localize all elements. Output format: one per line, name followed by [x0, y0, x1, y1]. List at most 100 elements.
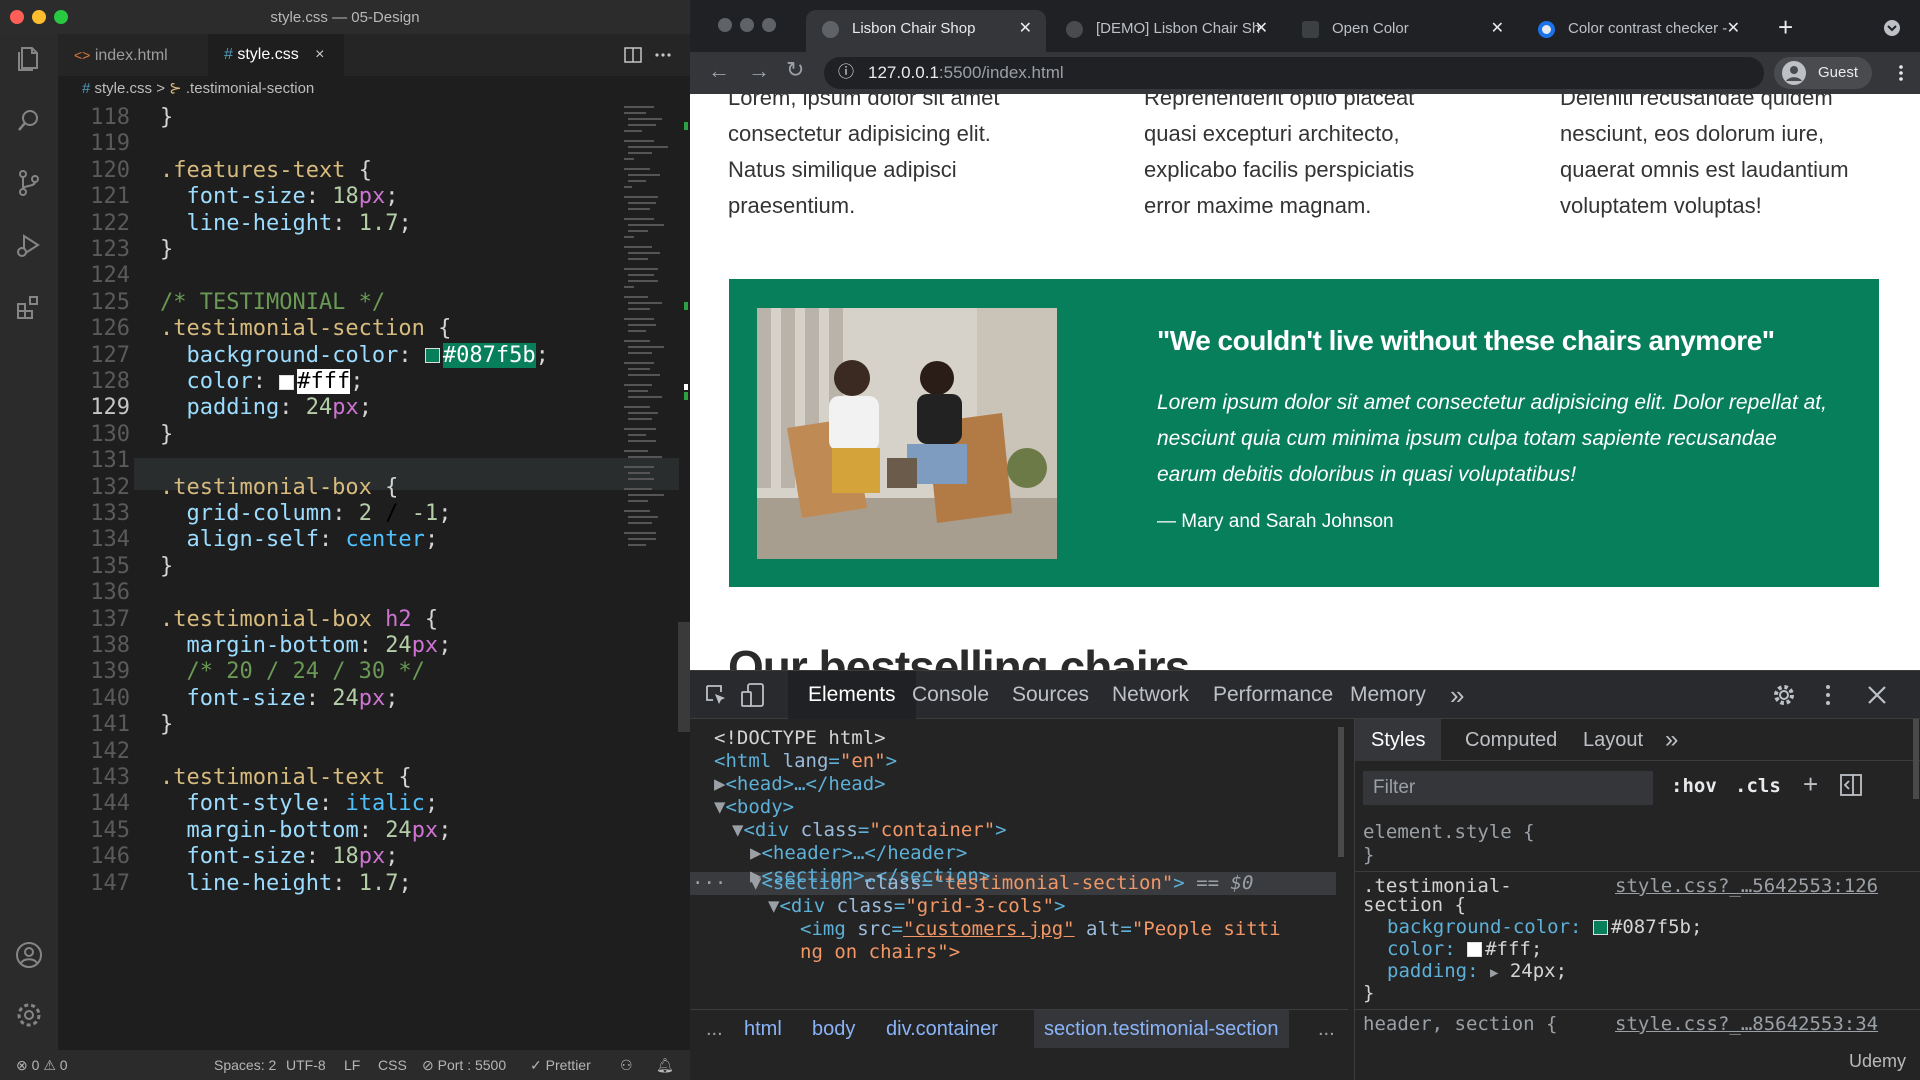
crumb-body[interactable]: body [812, 1010, 855, 1048]
expand-triangle-icon[interactable]: ▶ [714, 773, 725, 795]
dom-node-html[interactable]: <html lang="en"> [714, 750, 897, 773]
close-window-button[interactable] [718, 18, 732, 32]
toggle-sidebar-icon[interactable] [1839, 773, 1863, 797]
browser-tab-open-color[interactable]: Open Color ✕ [1286, 10, 1518, 52]
settings-gear-icon[interactable] [14, 1000, 44, 1030]
crumb-section-testimonial[interactable]: section.testimonial-section [1034, 1010, 1289, 1048]
dom-node-img[interactable]: <img src="customers.jpg" alt="People sit… [800, 918, 1281, 941]
crumb-html[interactable]: html [744, 1010, 782, 1048]
color-swatch[interactable] [279, 374, 295, 390]
back-arrow-icon[interactable]: ← [708, 58, 730, 84]
live-server-port[interactable]: ⊘ Port : 5500 [422, 1050, 506, 1080]
split-editor-icon[interactable] [624, 46, 642, 64]
dom-node-container-div[interactable]: ▼<div class="container"> [732, 819, 1007, 842]
add-style-rule-icon[interactable]: + [1803, 769, 1818, 800]
decl-color[interactable]: color: #fff; [1387, 938, 1542, 961]
expand-triangle-icon[interactable]: ▶ [750, 842, 761, 864]
indentation-status[interactable]: Spaces: 2 [214, 1050, 276, 1080]
stylesheet-link[interactable]: style.css?_…5642553:126 [1615, 875, 1878, 898]
styles-filter-input[interactable]: Filter [1363, 771, 1653, 805]
more-actions-icon[interactable] [654, 46, 672, 64]
dom-node-header[interactable]: ▶<header>…</header> [750, 842, 967, 865]
collapse-triangle-icon[interactable]: ▼ [750, 872, 761, 894]
element-style-selector[interactable]: element.style { [1363, 821, 1535, 844]
attr-value-link[interactable]: "customers.jpg" [903, 918, 1075, 940]
tab-computed[interactable]: Computed [1465, 719, 1557, 761]
reload-icon[interactable]: ↻ [786, 57, 804, 83]
decl-padding[interactable]: padding: ▶ 24px; [1387, 960, 1567, 983]
inspect-element-icon[interactable] [704, 683, 728, 707]
devtools-settings-gear-icon[interactable] [1772, 683, 1796, 707]
language-status[interactable]: CSS [378, 1050, 407, 1080]
color-swatch[interactable] [424, 348, 440, 364]
search-icon[interactable] [14, 106, 44, 136]
close-tab-icon[interactable]: ✕ [1491, 10, 1504, 48]
extensions-icon[interactable] [14, 292, 44, 322]
browser-tab-demo[interactable]: [DEMO] Lisbon Chair Sh ✕ [1050, 10, 1282, 52]
expand-triangle-icon[interactable]: ▶ [1490, 965, 1498, 981]
close-tab-icon[interactable]: ✕ [1727, 10, 1740, 48]
dom-node-doctype[interactable]: <!DOCTYPE html> [714, 727, 886, 750]
devtools-tab-performance[interactable]: Performance [1213, 671, 1333, 719]
devtools-menu-icon[interactable] [1816, 683, 1840, 707]
source-control-icon[interactable] [14, 168, 44, 198]
device-toolbar-icon[interactable] [740, 682, 766, 708]
breadcrumb-file[interactable]: style.css [95, 80, 153, 97]
code-line[interactable]: 147 line-height: 1.7; [58, 868, 628, 900]
tab-style-css[interactable]: # style.css × [208, 34, 344, 76]
forward-arrow-icon[interactable]: → [748, 58, 770, 84]
devtools-tab-network[interactable]: Network [1112, 671, 1189, 719]
hover-state-toggle[interactable]: :hov [1671, 775, 1717, 797]
devtools-tab-console[interactable]: Console [912, 671, 989, 719]
dom-node-body[interactable]: ▼<body> [714, 796, 794, 819]
collapse-triangle-icon[interactable]: ▼ [732, 819, 743, 841]
notifications-bell-icon[interactable]: 🔔︎ [656, 1050, 674, 1080]
eol-status[interactable]: LF [344, 1050, 360, 1080]
styles-scrollbar[interactable] [1913, 719, 1919, 799]
account-icon[interactable] [14, 940, 44, 970]
problems-indicator[interactable]: ⊗ 0 ⚠ 0 [16, 1050, 68, 1080]
info-icon[interactable]: ⓘ [838, 57, 854, 89]
code-editor[interactable]: 118} 119 120 .features-text {121 font-size:… [58, 102, 690, 1050]
color-swatch[interactable] [1592, 920, 1608, 935]
run-debug-icon[interactable] [14, 230, 44, 260]
collapse-triangle-icon[interactable]: ▼ [768, 895, 779, 917]
color-swatch[interactable] [1467, 942, 1483, 957]
more-tabs-chevron[interactable]: » [1665, 719, 1678, 761]
crumb-ellipsis-end[interactable]: ... [1318, 1010, 1335, 1048]
dom-node-head[interactable]: ▶<head>…</head> [714, 773, 886, 796]
devtools-close-icon[interactable] [1866, 684, 1888, 706]
new-tab-button[interactable]: + [1778, 12, 1793, 43]
crumb-div-container[interactable]: div.container [886, 1010, 998, 1048]
devtools-tab-elements[interactable]: Elements [788, 671, 916, 719]
profile-button[interactable]: Guest [1774, 57, 1872, 89]
rule-selector-header-section[interactable]: header, section { [1363, 1013, 1557, 1036]
node-actions-ellipsis[interactable]: ··· [692, 872, 726, 895]
explorer-icon[interactable] [14, 44, 44, 74]
devtools-tab-memory[interactable]: Memory [1350, 671, 1426, 719]
dom-node-grid-div[interactable]: ▼<div class="grid-3-cols"> [768, 895, 1066, 918]
class-toggle[interactable]: .cls [1735, 775, 1781, 797]
tab-search-chevron-icon[interactable] [1884, 20, 1900, 36]
collapse-triangle-icon[interactable]: ▼ [714, 796, 725, 818]
address-bar[interactable]: ⓘ 127.0.0.1:5500/index.html [824, 57, 1764, 89]
close-tab-button[interactable]: × [315, 46, 324, 63]
browser-menu-icon[interactable] [1892, 64, 1910, 82]
breadcrumb-symbol[interactable]: .testimonial-section [186, 80, 314, 97]
rule-selector-line2[interactable]: section { [1363, 894, 1466, 917]
crumb-ellipsis[interactable]: ... [706, 1010, 723, 1048]
minimize-window-button[interactable] [740, 18, 754, 32]
decl-background-color[interactable]: background-color: #087f5b; [1387, 916, 1702, 939]
minimap[interactable] [622, 102, 690, 1050]
maximize-window-button[interactable] [762, 18, 776, 32]
browser-tab-contrast-checker[interactable]: Color contrast checker - ✕ [1522, 10, 1754, 52]
stylesheet-link[interactable]: style.css?_…85642553:34 [1615, 1013, 1878, 1036]
close-tab-icon[interactable]: ✕ [1255, 10, 1268, 48]
devtools-tab-sources[interactable]: Sources [1012, 671, 1089, 719]
tab-styles[interactable]: Styles [1355, 719, 1442, 761]
browser-tab-lisbon-chair-shop[interactable]: Lisbon Chair Shop ✕ [806, 10, 1046, 52]
dom-tree-scrollbar[interactable] [1338, 727, 1344, 857]
dom-node-testimonial-section[interactable]: ▼<section class="testimonial-section"> =… [750, 872, 1253, 895]
prettier-status[interactable]: ✓ Prettier [530, 1050, 591, 1080]
close-tab-icon[interactable]: ✕ [1019, 10, 1032, 48]
